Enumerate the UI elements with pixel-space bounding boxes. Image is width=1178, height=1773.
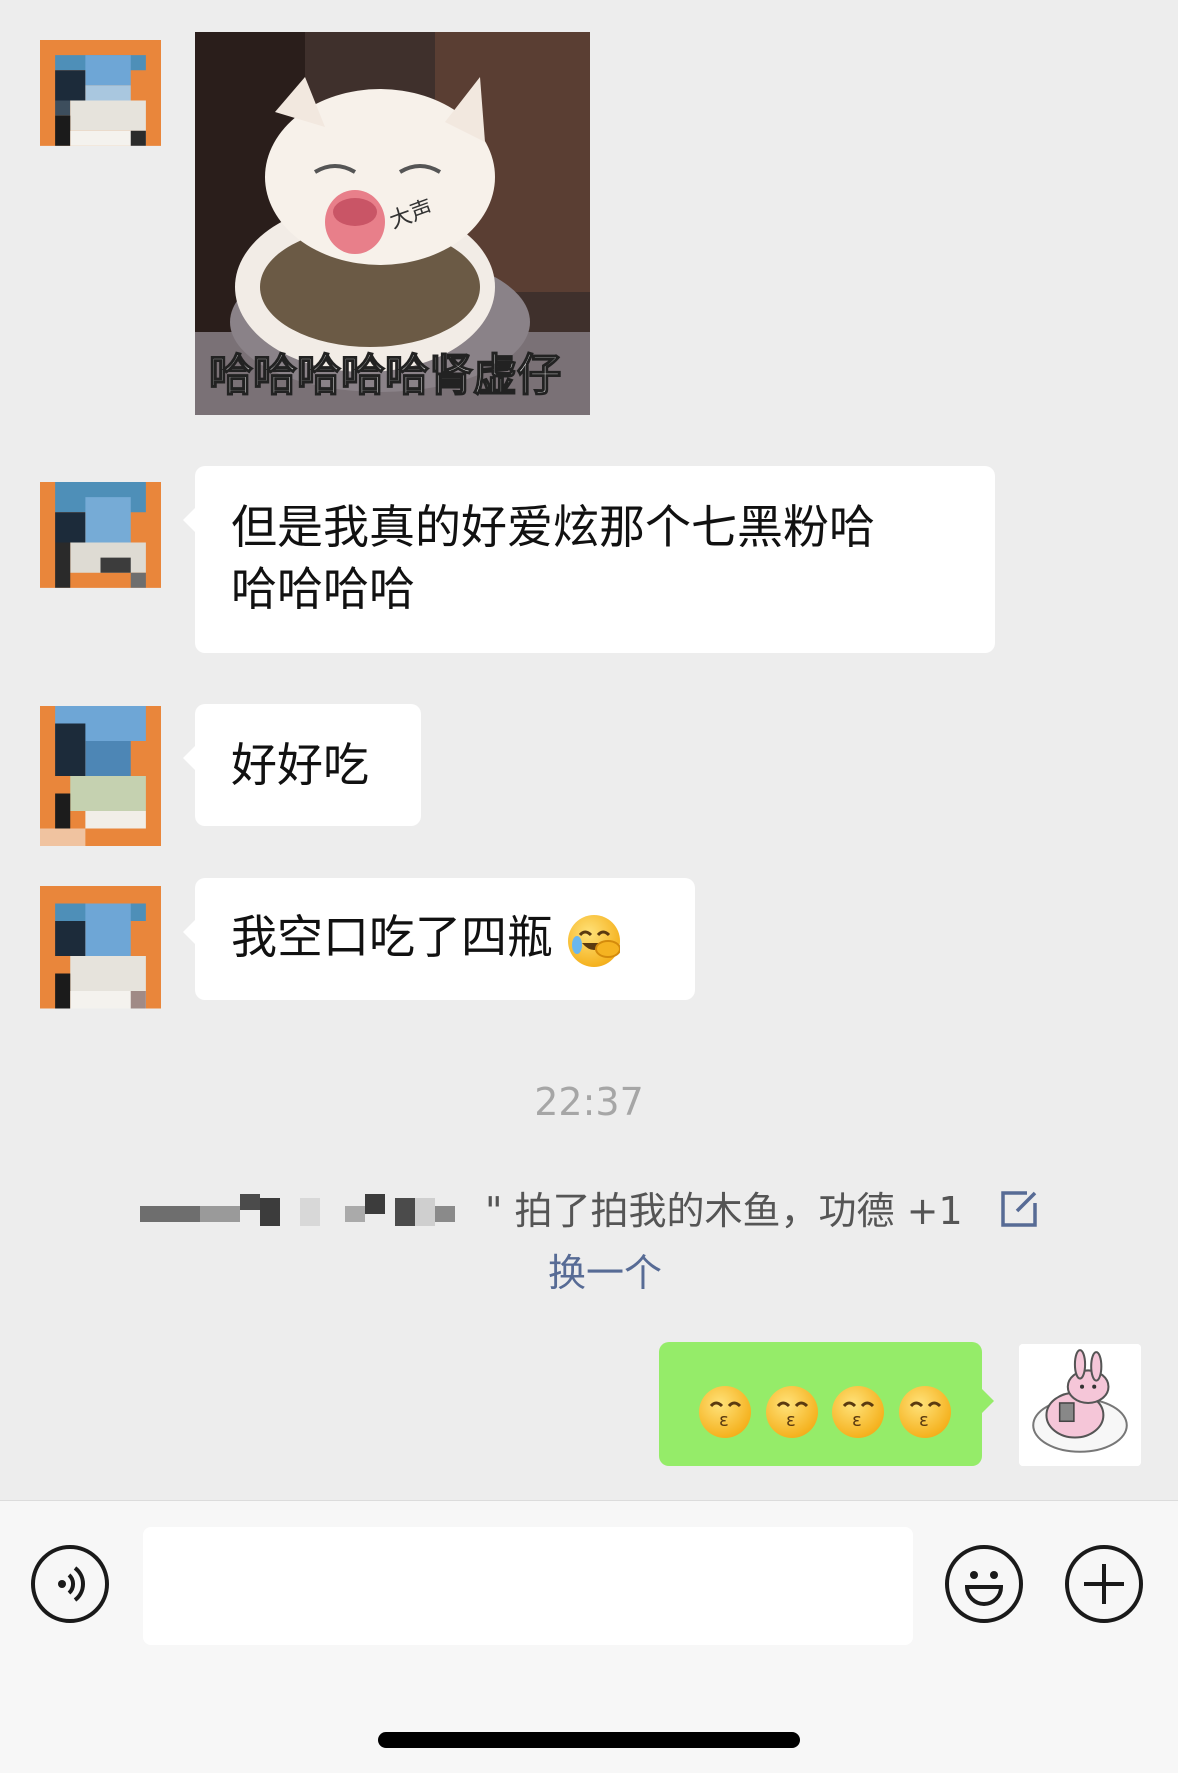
blurred-username — [140, 1193, 485, 1234]
laughing-crying-emoji-icon — [567, 914, 620, 967]
message-bubble[interactable]: 我空口吃了四瓶 — [183, 878, 695, 1000]
contact-avatar[interactable] — [40, 482, 161, 603]
pat-notice: " 拍了拍我的木鱼，功德 +1 换一个 — [140, 1180, 1070, 1297]
contact-avatar[interactable] — [40, 886, 161, 1026]
kissing-face-emoji-icon: ε — [765, 1385, 818, 1438]
svg-text:ε: ε — [786, 1410, 796, 1431]
edit-icon[interactable] — [999, 1189, 1039, 1238]
change-one-link[interactable]: 换一个 — [548, 1251, 662, 1295]
home-indicator — [378, 1732, 800, 1748]
message-text: 好好吃 — [231, 738, 369, 792]
pat-notice-text: " 拍了拍我的木鱼，功德 +1 — [485, 1189, 963, 1233]
emoji-icon[interactable] — [945, 1545, 1023, 1623]
kissing-face-emoji-icon: ε — [832, 1385, 885, 1438]
plus-icon[interactable] — [1065, 1545, 1143, 1623]
image-message[interactable]: 大声 哈哈哈哈哈肾虚仔 — [195, 32, 590, 415]
voice-icon[interactable] — [31, 1545, 109, 1623]
svg-text:ε: ε — [919, 1410, 929, 1431]
message-input[interactable] — [143, 1527, 913, 1645]
svg-text:ε: ε — [719, 1410, 729, 1431]
meme-caption: 哈哈哈哈哈肾虚仔 — [209, 350, 561, 401]
message-timestamp: 22:37 — [534, 1080, 644, 1124]
message-text: 我空口吃了四瓶 — [231, 910, 553, 964]
message-bubble[interactable]: 好好吃 — [183, 704, 421, 826]
message-text-line: 哈哈哈哈 — [231, 562, 415, 616]
svg-text:ε: ε — [852, 1410, 862, 1431]
kissing-face-emoji-icon: ε — [898, 1385, 951, 1438]
message-bubble[interactable]: 但是我真的好爱炫那个七黑粉哈 哈哈哈哈 — [183, 466, 995, 653]
cat-meme-image: 大声 哈哈哈哈哈肾虚仔 — [195, 32, 590, 415]
kissing-face-emoji-icon: ε — [699, 1385, 751, 1438]
message-text-line: 但是我真的好爱炫那个七黑粉哈 — [231, 500, 875, 554]
my-message-bubble[interactable]: ε ε ε ε — [659, 1342, 994, 1466]
my-avatar[interactable] — [1019, 1344, 1141, 1466]
contact-avatar[interactable] — [40, 40, 161, 161]
contact-avatar[interactable] — [40, 706, 161, 846]
